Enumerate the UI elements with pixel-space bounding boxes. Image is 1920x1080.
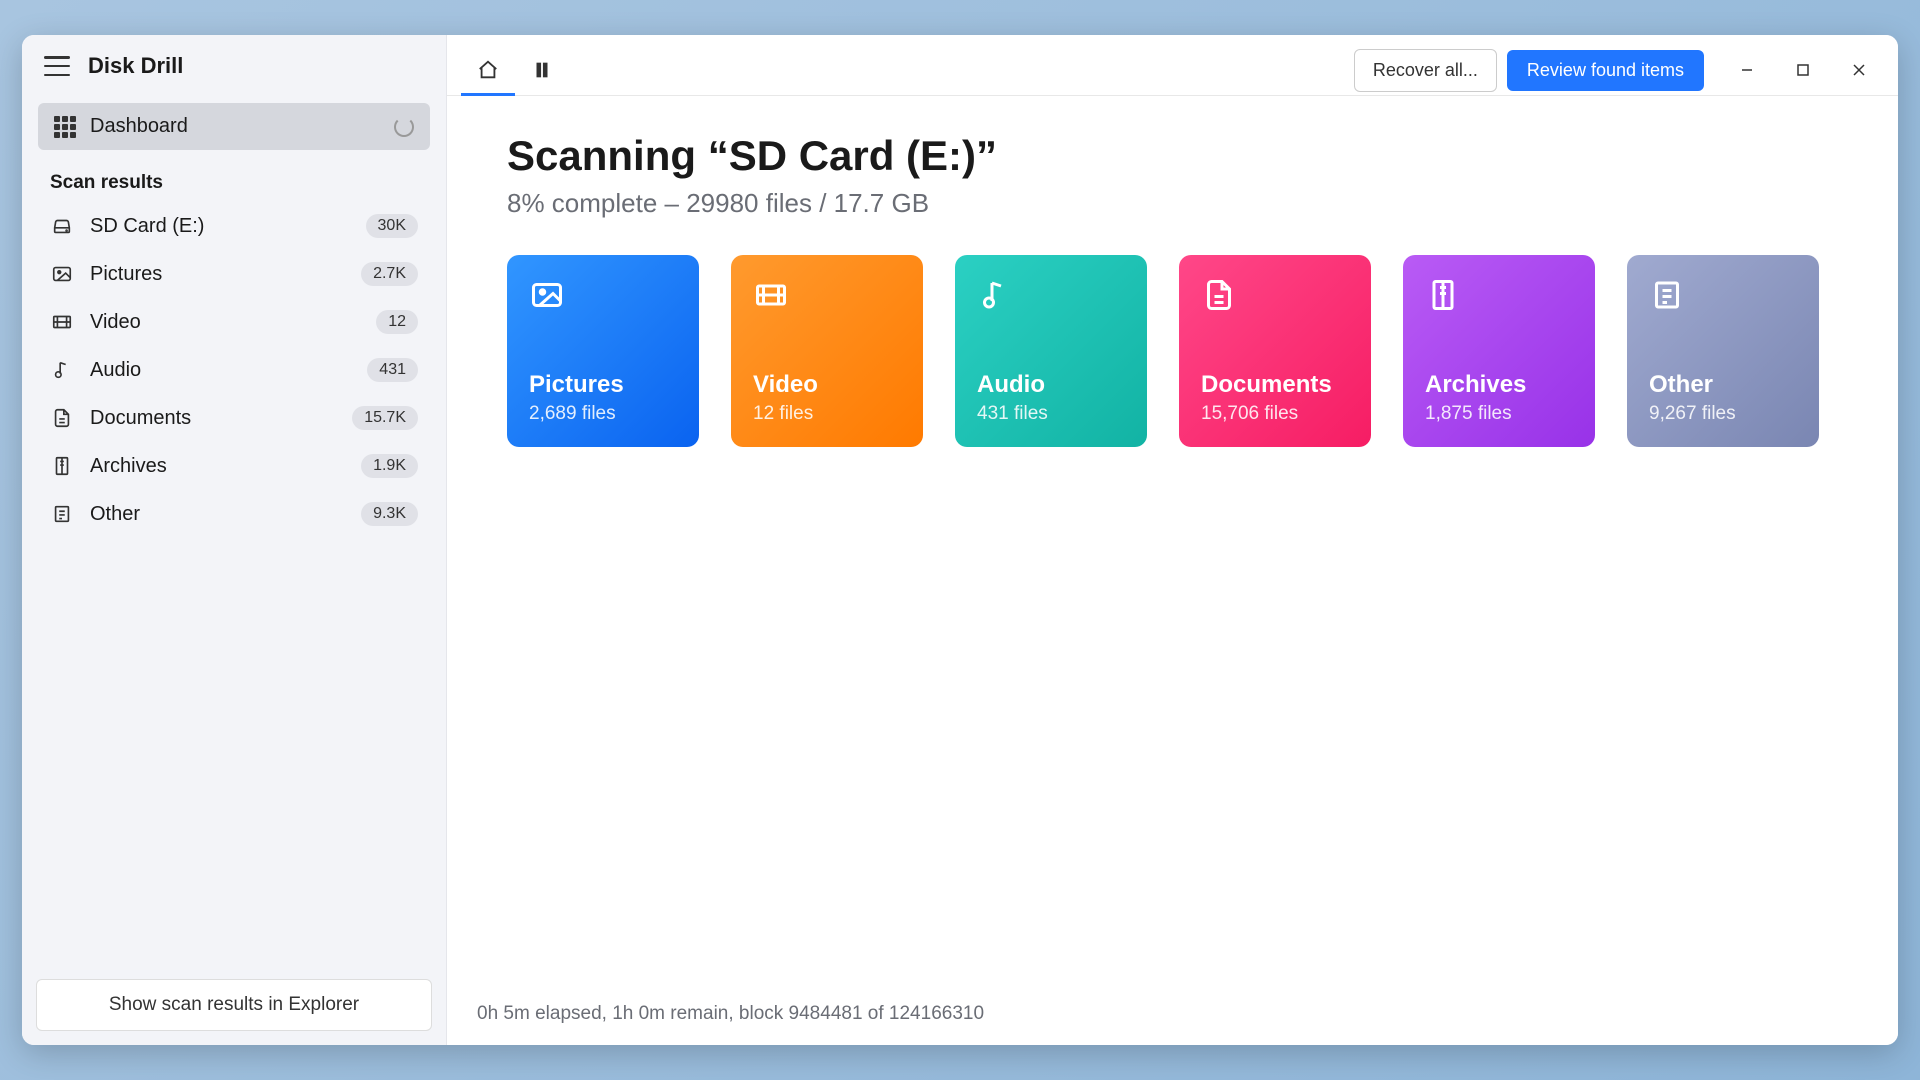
sidebar-item-video[interactable]: Video 12 (22, 298, 446, 346)
other-icon (1649, 277, 1685, 313)
count-badge: 15.7K (352, 406, 418, 430)
document-icon (50, 406, 74, 430)
pause-button[interactable] (515, 45, 569, 95)
sidebar-item-label: Audio (90, 359, 351, 382)
window-controls (1722, 50, 1884, 90)
audio-icon (50, 358, 74, 382)
card-video[interactable]: Video 12 files (731, 255, 923, 447)
card-title: Audio (977, 371, 1125, 399)
sidebar-item-sdcard[interactable]: SD Card (E:) 30K (22, 202, 446, 250)
count-badge: 1.9K (361, 454, 418, 478)
archive-icon (50, 454, 74, 478)
audio-icon (977, 277, 1013, 313)
card-archives[interactable]: Archives 1,875 files (1403, 255, 1595, 447)
card-title: Pictures (529, 371, 677, 399)
nav-list: SD Card (E:) 30K Pictures 2.7K Video 12 … (22, 202, 446, 965)
sidebar-item-other[interactable]: Other 9.3K (22, 490, 446, 538)
card-documents[interactable]: Documents 15,706 files (1179, 255, 1371, 447)
minimize-icon (1740, 63, 1754, 77)
other-icon (50, 502, 74, 526)
page-subtitle: 8% complete – 29980 files / 17.7 GB (507, 188, 1838, 219)
count-badge: 30K (366, 214, 418, 238)
card-title: Video (753, 371, 901, 399)
video-icon (50, 310, 74, 334)
count-badge: 431 (367, 358, 418, 382)
document-icon (1201, 277, 1237, 313)
hamburger-icon[interactable] (44, 56, 70, 76)
review-found-items-button[interactable]: Review found items (1507, 50, 1704, 91)
app-title: Disk Drill (88, 53, 183, 79)
image-icon (50, 262, 74, 286)
card-title: Archives (1425, 371, 1573, 399)
sidebar-item-label: Pictures (90, 263, 345, 286)
home-tab[interactable] (461, 45, 515, 95)
archive-icon (1425, 277, 1461, 313)
count-badge: 2.7K (361, 262, 418, 286)
count-badge: 9.3K (361, 502, 418, 526)
status-bar: 0h 5m elapsed, 1h 0m remain, block 94844… (447, 983, 1898, 1045)
main-panel: Recover all... Review found items Scanni… (447, 35, 1898, 1045)
grid-icon (54, 116, 76, 138)
sidebar-item-pictures[interactable]: Pictures 2.7K (22, 250, 446, 298)
sidebar-item-label: Documents (90, 407, 336, 430)
page-title: Scanning “SD Card (E:)” (507, 132, 1838, 180)
sidebar-item-documents[interactable]: Documents 15.7K (22, 394, 446, 442)
section-title: Scan results (22, 156, 446, 202)
sidebar-item-archives[interactable]: Archives 1.9K (22, 442, 446, 490)
close-button[interactable] (1834, 50, 1884, 90)
app-window: Disk Drill Dashboard Scan results SD Car… (22, 35, 1898, 1045)
card-subtitle: 2,689 files (529, 403, 677, 425)
card-pictures[interactable]: Pictures 2,689 files (507, 255, 699, 447)
video-icon (753, 277, 789, 313)
sidebar: Disk Drill Dashboard Scan results SD Car… (22, 35, 447, 1045)
image-icon (529, 277, 565, 313)
sidebar-item-label: SD Card (E:) (90, 215, 350, 238)
card-subtitle: 12 files (753, 403, 901, 425)
spinner-icon (394, 117, 414, 137)
card-title: Documents (1201, 371, 1349, 399)
sidebar-footer: Show scan results in Explorer (22, 965, 446, 1045)
category-cards: Pictures 2,689 files Video 12 files Audi… (507, 255, 1838, 447)
recover-all-button[interactable]: Recover all... (1354, 49, 1497, 92)
card-title: Other (1649, 371, 1797, 399)
titlebar: Recover all... Review found items (447, 35, 1898, 96)
card-subtitle: 9,267 files (1649, 403, 1797, 425)
card-other[interactable]: Other 9,267 files (1627, 255, 1819, 447)
show-in-explorer-button[interactable]: Show scan results in Explorer (36, 979, 432, 1031)
sidebar-item-audio[interactable]: Audio 431 (22, 346, 446, 394)
sidebar-item-label: Other (90, 503, 345, 526)
card-subtitle: 431 files (977, 403, 1125, 425)
maximize-button[interactable] (1778, 50, 1828, 90)
minimize-button[interactable] (1722, 50, 1772, 90)
sidebar-header: Disk Drill (22, 35, 446, 97)
sidebar-item-dashboard[interactable]: Dashboard (38, 103, 430, 150)
drive-icon (50, 214, 74, 238)
card-subtitle: 15,706 files (1201, 403, 1349, 425)
card-audio[interactable]: Audio 431 files (955, 255, 1147, 447)
dashboard-label: Dashboard (90, 115, 380, 138)
sidebar-item-label: Video (90, 311, 360, 334)
maximize-icon (1796, 63, 1810, 77)
count-badge: 12 (376, 310, 418, 334)
sidebar-item-label: Archives (90, 455, 345, 478)
close-icon (1852, 63, 1866, 77)
home-icon (477, 59, 499, 81)
pause-icon (531, 59, 553, 81)
content-area: Scanning “SD Card (E:)” 8% complete – 29… (447, 96, 1898, 983)
card-subtitle: 1,875 files (1425, 403, 1573, 425)
